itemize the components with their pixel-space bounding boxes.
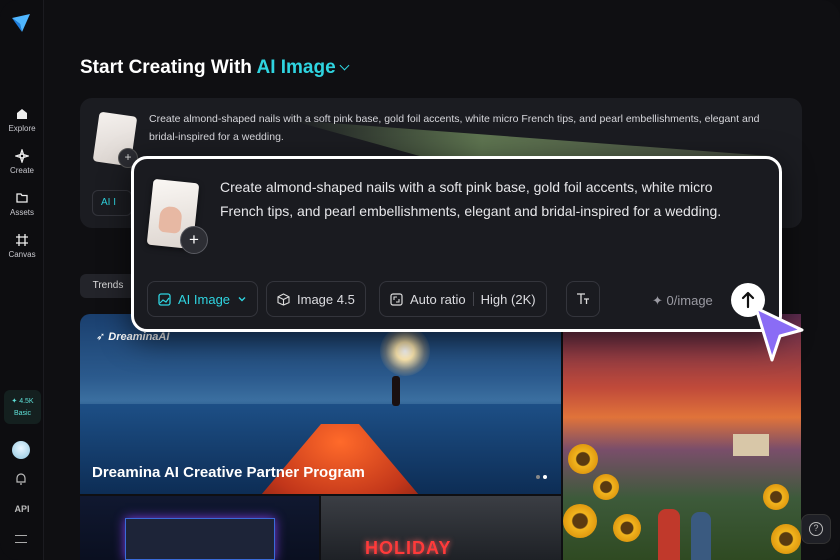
help-button[interactable]: ? (801, 514, 831, 544)
carousel-dot[interactable] (543, 475, 547, 479)
mode-pill-label: AI I (101, 197, 117, 208)
frame-icon (16, 234, 28, 246)
sidebar-item-label: Canvas (8, 250, 36, 259)
mode-pill-background[interactable]: AI I (92, 190, 132, 216)
avatar[interactable] (12, 441, 30, 459)
cost-indicator: ✦ 0/image (652, 293, 713, 309)
hero-figure (392, 376, 400, 406)
star-icon: ✦ (11, 398, 18, 405)
title-prefix: Start Creating With (80, 57, 252, 78)
mode-dropdown-label: AI Image (178, 291, 231, 307)
gallery-tile-neon[interactable] (80, 496, 319, 560)
app-window: Explore Create Assets Canvas ✦ 4.5K Basi… (0, 0, 840, 560)
pointer-cursor-icon (754, 306, 804, 362)
sparkle-icon (15, 149, 29, 163)
page-title: Start Creating With AI Image (80, 57, 350, 79)
plan-label: Basic (13, 410, 32, 417)
chevron-down-icon (238, 297, 246, 302)
sidebar-item-label: Assets (9, 208, 34, 217)
hero-title: Dreamina AI Creative Partner Program (92, 464, 365, 481)
cube-icon (277, 292, 290, 306)
sunflower (613, 514, 641, 542)
tile-sign: HOLIDAY (365, 538, 452, 558)
text-style-button[interactable] (566, 281, 600, 317)
sunflower (771, 524, 801, 554)
tile-child (691, 512, 711, 560)
sidebar-item-label: Create (9, 166, 34, 175)
tile-house (733, 434, 769, 456)
folder-icon (16, 193, 28, 203)
menu-icon[interactable] (15, 535, 27, 543)
cost-label: 0/image (666, 293, 713, 308)
hero-brand-label: DreaminaAI (108, 331, 170, 343)
carousel-dots[interactable] (533, 466, 547, 484)
sunflower (593, 474, 619, 500)
model-label: Image 4.5 (297, 291, 355, 307)
credits-badge[interactable]: ✦ 4.5K Basic (4, 390, 41, 424)
tile-device (125, 518, 275, 560)
credits-count: 4.5K (19, 398, 34, 405)
sidebar-item-explore[interactable]: Explore (0, 107, 44, 133)
bird-icon: ➶ (96, 331, 106, 343)
quality-label: High (2K) (480, 291, 536, 307)
tile-child (658, 509, 680, 560)
sunflower (563, 504, 597, 538)
sidebar-item-canvas[interactable]: Canvas (0, 233, 44, 259)
ratio-quality-selector[interactable]: Auto ratio High (2K) (379, 281, 547, 317)
chevron-down-icon (339, 60, 350, 71)
sunflower (763, 484, 789, 510)
home-icon (17, 109, 27, 119)
prompt-input[interactable]: Create almond-shaped nails with a soft p… (220, 175, 760, 223)
add-reference-button[interactable]: + (180, 226, 208, 254)
mode-selector[interactable]: AI Image (256, 57, 350, 78)
text-format-icon (577, 293, 589, 304)
image-icon (158, 292, 171, 306)
carousel-dot[interactable] (536, 475, 540, 479)
prompt-card-zoomed: + Create almond-shaped nails with a soft… (131, 156, 782, 332)
sidebar-item-assets[interactable]: Assets (0, 191, 44, 217)
sparkle-icon: ✦ (652, 293, 663, 308)
tab-trends[interactable]: Trends (80, 274, 136, 298)
hero-banner[interactable]: ➶ DreaminaAI Dreamina AI Creative Partne… (80, 314, 561, 494)
model-selector[interactable]: Image 4.5 (266, 281, 366, 317)
mode-dropdown[interactable]: AI Image (147, 281, 259, 317)
sidebar-item-create[interactable]: Create (0, 149, 44, 175)
mode-label: AI Image (256, 57, 336, 78)
ratio-label: Auto ratio (410, 291, 466, 307)
divider (472, 292, 474, 306)
bell-icon[interactable] (14, 472, 28, 486)
sunflower (568, 444, 598, 474)
sidebar: Explore Create Assets Canvas ✦ 4.5K Basi… (0, 0, 44, 560)
api-link[interactable]: API (0, 504, 44, 514)
hero-light (380, 326, 430, 376)
logo-icon[interactable] (10, 12, 32, 34)
gallery-tile-holiday[interactable]: HOLIDAY (321, 496, 561, 560)
question-icon: ? (809, 522, 823, 536)
aspect-ratio-icon (390, 292, 403, 306)
sidebar-item-label: Explore (8, 124, 36, 133)
